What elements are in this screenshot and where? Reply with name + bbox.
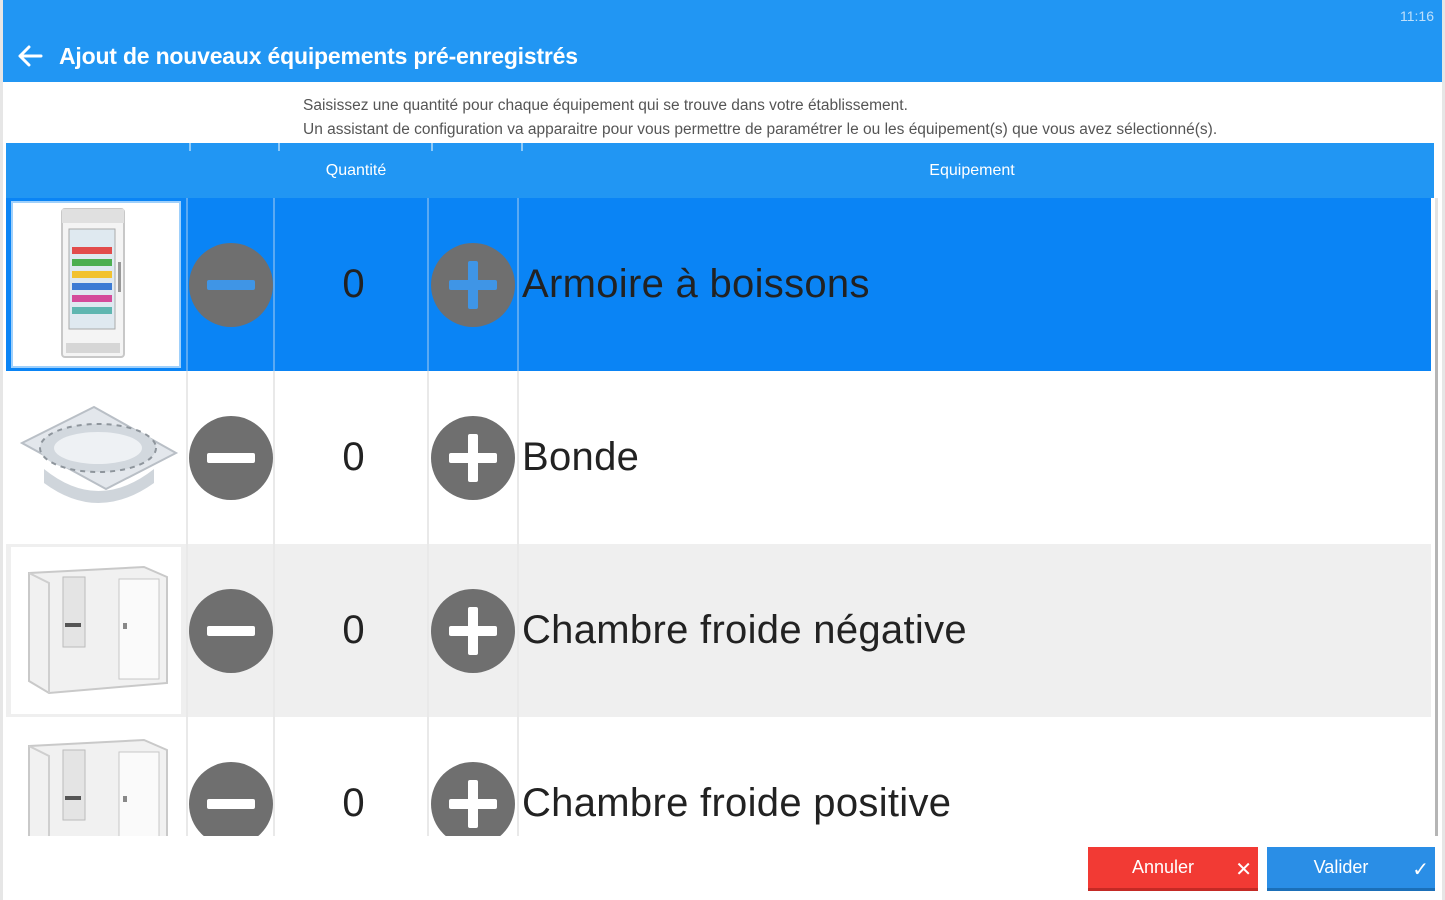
drinks-fridge-image [11, 201, 181, 368]
instructions-line-2: Un assistant de configuration va apparai… [303, 121, 1218, 138]
cold-room-image [11, 720, 181, 836]
validate-button[interactable]: Valider ✓ [1267, 847, 1435, 891]
arrow-left-icon[interactable] [7, 30, 53, 82]
increment-button[interactable] [431, 589, 515, 673]
instructions: Saisissez une quantité pour chaque équip… [303, 94, 1217, 142]
app-bar: Ajout de nouveaux équipements pré-enregi… [3, 30, 1442, 82]
plus-icon-vertical [468, 780, 478, 828]
minus-icon [207, 453, 255, 463]
floor-drain-image [11, 374, 181, 541]
validate-button-label: Valider [1313, 857, 1369, 877]
close-icon: ✕ [1235, 859, 1252, 881]
column-header-equipment[interactable]: Equipement [522, 143, 1422, 198]
scrollbar-thumb[interactable] [1435, 290, 1438, 836]
cell-divider [186, 198, 188, 371]
equipment-table: 0 Armoire à boissons 0 Bonde 0 Chambre f… [6, 198, 1431, 836]
status-time: 11:16 [1400, 8, 1434, 24]
minus-icon [207, 626, 255, 636]
equipment-name: Bonde [522, 435, 640, 479]
decrement-button[interactable] [189, 762, 273, 836]
column-header-quantity[interactable]: Quantité [276, 143, 436, 198]
equipment-name: Armoire à boissons [522, 262, 870, 306]
minus-icon [207, 799, 255, 809]
increment-button[interactable] [431, 762, 515, 836]
table-header: Quantité Equipement [6, 143, 1434, 198]
plus-icon-vertical [468, 261, 478, 309]
cell-divider [273, 198, 275, 371]
status-bar: 11:16 [3, 0, 1442, 30]
decrement-button[interactable] [189, 589, 273, 673]
header-divider [189, 143, 191, 151]
minus-icon [207, 280, 255, 290]
quantity-value: 0 [342, 781, 365, 825]
cell-divider [517, 198, 519, 371]
table-row[interactable]: 0 Bonde [6, 371, 1431, 544]
table-row[interactable]: 0 Armoire à boissons [6, 198, 1431, 371]
table-row[interactable]: 0 Chambre froide positive [6, 717, 1431, 836]
instructions-line-1: Saisissez une quantité pour chaque équip… [303, 97, 908, 114]
cell-divider [273, 717, 275, 836]
cell-divider [427, 717, 429, 836]
app-window: 11:16 Ajout de nouveaux équipements pré-… [0, 0, 1445, 900]
cell-divider [517, 371, 519, 544]
quantity-value: 0 [342, 608, 365, 652]
decrement-button[interactable] [189, 243, 273, 327]
page-title: Ajout de nouveaux équipements pré-enregi… [59, 42, 578, 69]
table-row[interactable]: 0 Chambre froide négative [6, 544, 1431, 717]
increment-button[interactable] [431, 243, 515, 327]
cell-divider [517, 717, 519, 836]
cold-room-image [11, 547, 181, 714]
plus-icon-vertical [468, 434, 478, 482]
cell-divider [427, 544, 429, 717]
cell-divider [186, 544, 188, 717]
cancel-button[interactable]: Annuler ✕ [1088, 847, 1258, 891]
cancel-button-label: Annuler [1131, 857, 1195, 877]
equipment-name: Chambre froide positive [522, 781, 952, 825]
increment-button[interactable] [431, 416, 515, 500]
cell-divider [273, 544, 275, 717]
check-icon: ✓ [1412, 859, 1429, 881]
equipment-name: Chambre froide négative [522, 608, 967, 652]
plus-icon-vertical [468, 607, 478, 655]
cell-divider [427, 371, 429, 544]
cell-divider [186, 371, 188, 544]
decrement-button[interactable] [189, 416, 273, 500]
quantity-value: 0 [342, 435, 365, 479]
cell-divider [273, 371, 275, 544]
cell-divider [517, 544, 519, 717]
quantity-value: 0 [342, 262, 365, 306]
cell-divider [186, 717, 188, 836]
cell-divider [427, 198, 429, 371]
